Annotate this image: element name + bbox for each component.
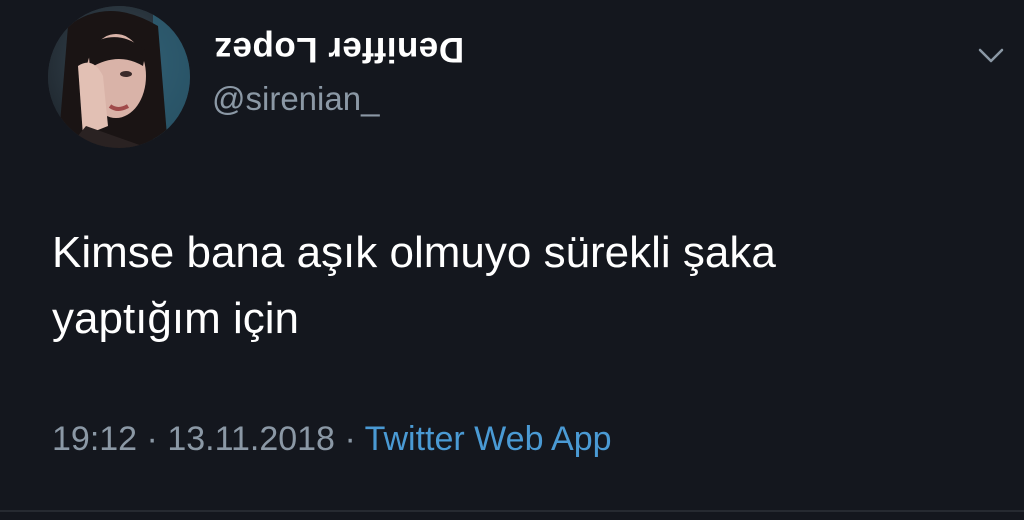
meta-separator: · [146, 420, 158, 458]
meta-separator: · [344, 420, 356, 458]
tweet-source-link[interactable]: Twitter Web App [365, 420, 612, 458]
display-name[interactable]: Deniffer Lopez [214, 30, 464, 69]
user-handle[interactable]: @sirenian_ [212, 82, 379, 115]
chevron-down-icon[interactable] [976, 44, 1006, 68]
tweet-meta: 19:12 · 13.11.2018 · Twitter Web App [52, 422, 612, 456]
avatar-image [48, 6, 190, 148]
avatar[interactable] [48, 6, 190, 148]
tweet-time[interactable]: 19:12 [52, 420, 137, 458]
tweet-date[interactable]: 13.11.2018 [167, 420, 335, 458]
tweet-text: Kimse bana aşık olmuyo sürekli şaka yapt… [52, 228, 776, 343]
tweet-card: Deniffer Lopez @sirenian_ Kimse bana aşı… [0, 0, 1024, 520]
divider [0, 510, 1024, 512]
